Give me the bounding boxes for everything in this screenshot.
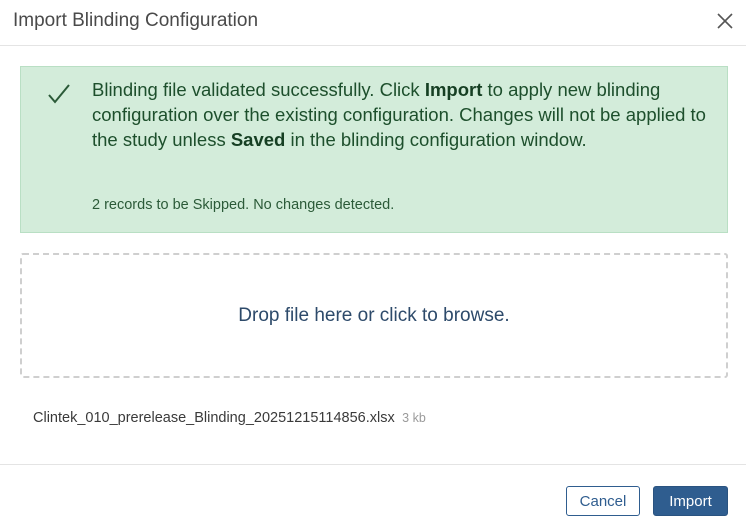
success-banner: Blinding file validated successfully. Cl… xyxy=(20,66,728,233)
close-button[interactable] xyxy=(714,10,736,32)
dialog-footer: Cancel Import xyxy=(0,464,746,526)
validation-message: Blinding file validated successfully. Cl… xyxy=(92,77,712,152)
dropzone-label: Drop file here or click to browse. xyxy=(238,304,510,326)
close-icon xyxy=(717,13,733,29)
import-button[interactable]: Import xyxy=(653,486,728,516)
cancel-button[interactable]: Cancel xyxy=(566,486,640,516)
dialog-title: Import Blinding Configuration xyxy=(13,10,259,31)
file-dropzone[interactable]: Drop file here or click to browse. xyxy=(20,253,728,378)
file-name: Clintek_010_prerelease_Blinding_20251215… xyxy=(33,410,395,426)
records-status: 2 records to be Skipped. No changes dete… xyxy=(92,197,395,213)
selected-file: Clintek_010_prerelease_Blinding_20251215… xyxy=(33,409,426,427)
message-import-keyword: Import xyxy=(424,79,483,100)
file-size: 3 kb xyxy=(402,411,426,425)
import-blinding-dialog: Import Blinding Configuration Blinding f… xyxy=(0,0,746,526)
message-text: in the blinding configuration window. xyxy=(285,129,587,150)
message-saved-keyword: Saved xyxy=(230,129,286,150)
message-text: Blinding file validated successfully. Cl… xyxy=(92,79,425,100)
check-icon xyxy=(48,84,70,104)
dialog-header: Import Blinding Configuration xyxy=(0,0,746,46)
